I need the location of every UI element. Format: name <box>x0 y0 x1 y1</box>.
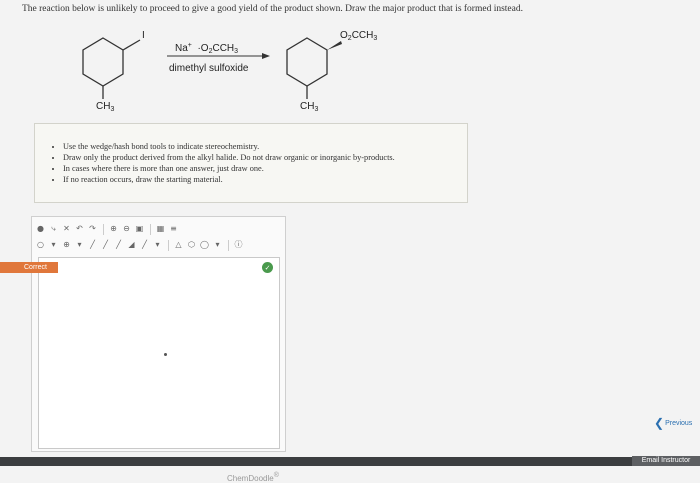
undo-icon[interactable]: ↶ <box>74 224 85 235</box>
reaction-scheme: I CH3 Na+ ·O2CCH3 dimethyl sulfoxide O2C… <box>0 22 700 122</box>
dropdown-icon[interactable]: ▾ <box>74 240 85 251</box>
single-bond-icon[interactable]: ╱ <box>87 240 98 251</box>
redo-icon[interactable]: ↷ <box>87 224 98 235</box>
previous-label: Previous <box>665 419 693 427</box>
toolbar-separator <box>228 239 230 251</box>
email-instructor-button[interactable]: Email Instructor <box>632 456 700 466</box>
editor-toolbar: ● ⤷ ✕ ↶ ↷ ⊕ ⊖ ▣ ▦ ≡ ○ ▾ ⊕ ▾ ╱ ╱ ╱ ◢ ╱ ▾ … <box>35 221 281 255</box>
zoom-out-icon[interactable]: ⊖ <box>121 224 132 235</box>
chevron-left-icon: ❮ <box>654 416 665 430</box>
drawing-canvas[interactable]: ChemDoodle® <box>38 257 280 483</box>
chemdoodle-brand: ChemDoodle® <box>227 472 279 483</box>
reaction-arrowhead <box>262 53 270 59</box>
correct-badge: Correct <box>0 262 58 273</box>
product-ring <box>286 37 328 87</box>
wedge-bond-icon[interactable]: ◢ <box>126 240 137 251</box>
reactant-methyl-label: CH3 <box>96 101 115 113</box>
instruction-item: In cases where there is more than one an… <box>63 164 459 174</box>
product-wedge-bond <box>327 41 342 50</box>
toolbar-separator <box>168 239 170 251</box>
solvent-label: dimethyl sulfoxide <box>169 63 249 74</box>
clear-icon[interactable]: ● <box>35 224 46 235</box>
instructions-box: Use the wedge/hash bond tools to indicat… <box>34 123 468 203</box>
canvas-dot <box>164 353 167 356</box>
footer-bar <box>0 457 700 466</box>
reagent-label: Na+ ·O2CCH3 <box>175 42 239 55</box>
cyclohexane-icon[interactable]: ⬡ <box>186 240 197 251</box>
instruction-item: If no reaction occurs, draw the starting… <box>63 175 459 185</box>
hash-bond-icon[interactable]: ╱ <box>139 240 150 251</box>
template-icon[interactable]: ▦ <box>155 224 166 235</box>
instruction-item: Draw only the product derived from the a… <box>63 153 459 163</box>
triple-bond-icon[interactable]: ╱ <box>113 240 124 251</box>
toolbar-row-1: ● ⤷ ✕ ↶ ↷ ⊕ ⊖ ▣ ▦ ≡ <box>35 221 281 237</box>
benzene-icon[interactable]: ◯ <box>199 240 210 251</box>
dropdown-icon[interactable]: ▾ <box>152 240 163 251</box>
lasso-icon[interactable]: ⤷ <box>48 224 59 235</box>
product-methyl-label: CH3 <box>300 101 319 113</box>
zoom-in-icon[interactable]: ⊕ <box>108 224 119 235</box>
instructions-list: Use the wedge/hash bond tools to indicat… <box>47 142 459 185</box>
eraser-icon[interactable]: ✕ <box>61 224 72 235</box>
charge-icon[interactable]: ⊕ <box>61 240 72 251</box>
reactant-iodine-label: I <box>142 30 145 41</box>
dropdown-icon[interactable]: ▾ <box>48 240 59 251</box>
product-ester-label: O2CCH3 <box>340 30 378 42</box>
toolbar-separator <box>150 223 152 235</box>
toolbar-row-2: ○ ▾ ⊕ ▾ ╱ ╱ ╱ ◢ ╱ ▾ △ ⬡ ◯ ▾ ⓘ <box>35 237 281 253</box>
reactant-bond-iodine <box>122 39 141 51</box>
check-icon: ✓ <box>262 262 273 273</box>
instruction-item: Use the wedge/hash bond tools to indicat… <box>63 142 459 152</box>
center-icon[interactable]: ▣ <box>134 224 145 235</box>
chemdoodle-editor: ● ⤷ ✕ ↶ ↷ ⊕ ⊖ ▣ ▦ ≡ ○ ▾ ⊕ ▾ ╱ ╱ ╱ ◢ ╱ ▾ … <box>31 216 286 483</box>
cyclopropane-icon[interactable]: △ <box>173 240 184 251</box>
atom-icon[interactable]: ○ <box>35 240 46 251</box>
text-icon[interactable]: ≡ <box>168 224 179 235</box>
previous-button[interactable]: ❮ Previous <box>654 416 692 430</box>
double-bond-icon[interactable]: ╱ <box>100 240 111 251</box>
dropdown-icon[interactable]: ▾ <box>212 240 223 251</box>
question-text: The reaction below is unlikely to procee… <box>22 4 523 14</box>
info-icon[interactable]: ⓘ <box>233 240 244 251</box>
toolbar-separator <box>103 223 105 235</box>
reactant-ring <box>82 37 124 87</box>
